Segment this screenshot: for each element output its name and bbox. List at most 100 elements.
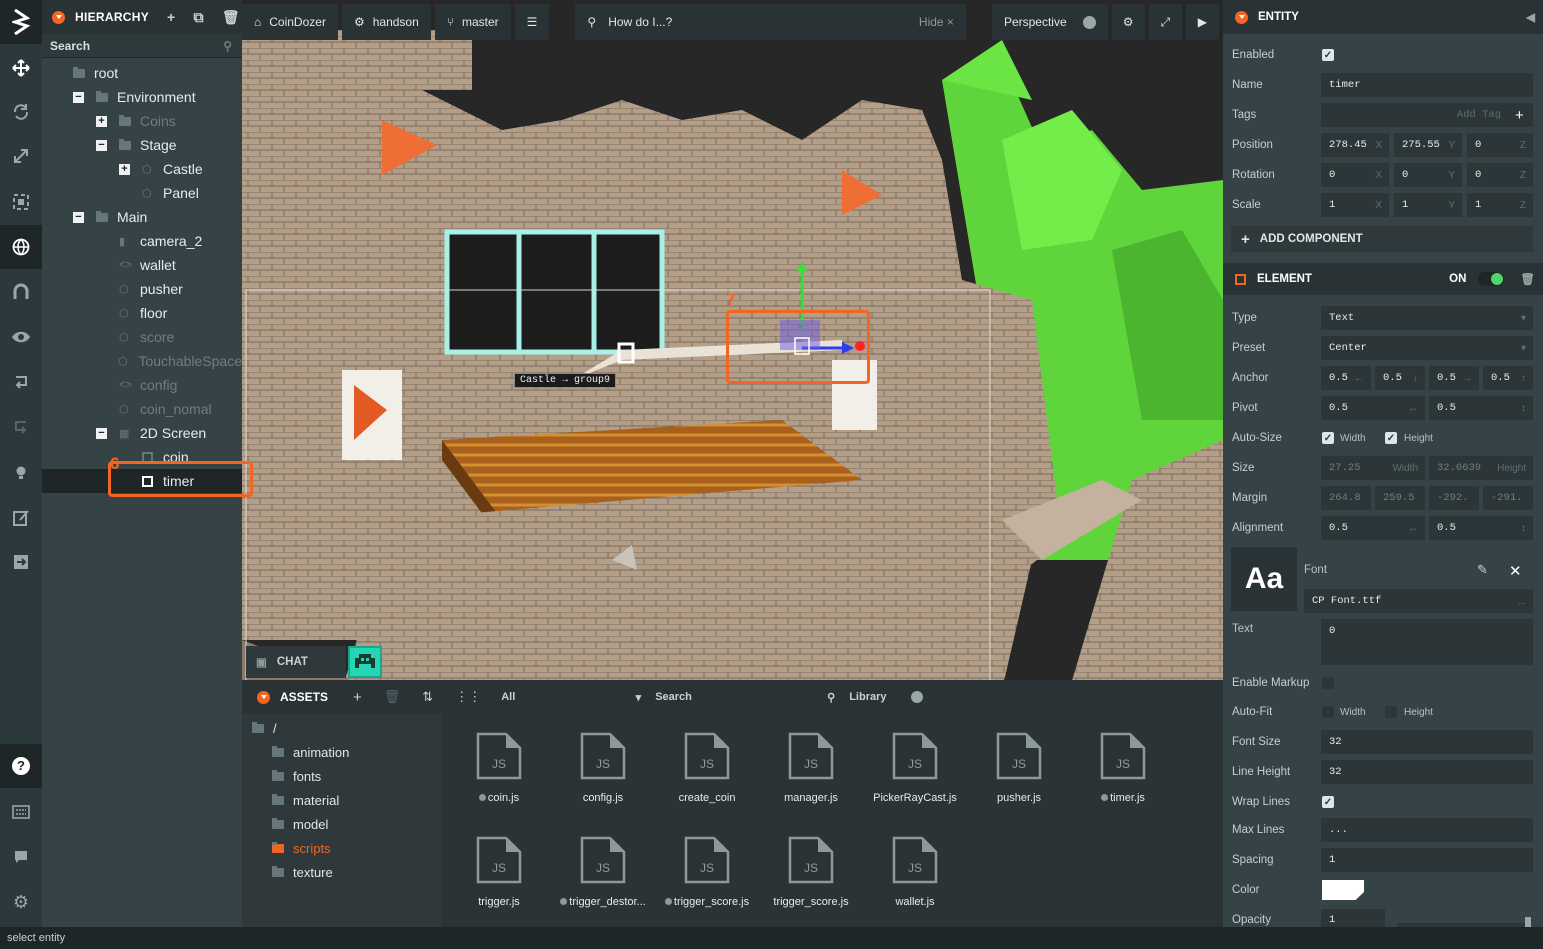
collapse-icon[interactable]: −	[73, 211, 84, 223]
folder-fonts[interactable]: fonts	[272, 764, 321, 788]
folder-animation[interactable]: animation	[272, 740, 349, 764]
margin-0-input[interactable]: 264.8	[1321, 486, 1371, 510]
eye-icon[interactable]	[0, 315, 42, 359]
chat-tab[interactable]: ▣ CHAT	[246, 646, 346, 678]
autofit-height-checkbox[interactable]	[1385, 706, 1397, 718]
tree-item-main[interactable]: − Main	[42, 205, 242, 229]
lineheight-input[interactable]: 32	[1321, 760, 1533, 784]
collapse-icon[interactable]: −	[73, 91, 84, 103]
tree-item-coin-nomal[interactable]: ⬡ coin_nomal	[42, 397, 242, 421]
autofit-width-checkbox[interactable]	[1322, 706, 1334, 718]
edit-icon[interactable]	[0, 496, 42, 540]
help-search-input[interactable]: How do I...?	[608, 15, 672, 29]
add-entity-icon[interactable]: +	[167, 9, 175, 25]
position-x-input[interactable]: 278.45 X	[1321, 133, 1389, 157]
margin-1-input[interactable]: 259.5	[1375, 486, 1425, 510]
anchor-3-input[interactable]: 0.5 ↑	[1483, 366, 1533, 390]
settings-icon[interactable]: ⚙	[0, 880, 42, 924]
tree-item-stage[interactable]: − Stage	[42, 133, 242, 157]
expand-icon[interactable]: +	[119, 163, 130, 175]
maxlines-input[interactable]: ...	[1321, 818, 1533, 842]
collapse-icon[interactable]	[1235, 10, 1248, 24]
collapse-icon[interactable]: −	[96, 427, 107, 439]
rotation-y-input[interactable]: 0Y	[1394, 163, 1462, 187]
logo-icon[interactable]	[0, 0, 42, 44]
add-asset-icon[interactable]: +	[353, 689, 362, 706]
tree-item-root[interactable]: root	[42, 61, 242, 85]
collapse-icon[interactable]	[52, 10, 65, 24]
asset-file[interactable]: JS wallet.js	[863, 836, 967, 908]
pivot-x-input[interactable]: 0.5 ↔	[1321, 396, 1425, 420]
spacing-input[interactable]: 1	[1321, 848, 1533, 872]
add-tag-icon[interactable]: +	[1515, 107, 1524, 124]
scene-viewport[interactable]: Castle → group9 7 ▣ CHAT	[242, 0, 1223, 714]
tree-item-coins[interactable]: + Coins	[42, 109, 242, 133]
delete-icon[interactable]: 🗑︎	[222, 9, 240, 26]
collapse-panel-icon[interactable]: ◀	[1526, 10, 1535, 24]
enabled-checkbox[interactable]: ✓	[1322, 49, 1334, 61]
asset-search-input[interactable]: Search ⚲	[655, 680, 835, 714]
resize-icon[interactable]	[0, 180, 42, 224]
anchor-2-input[interactable]: 0.5 →	[1429, 366, 1479, 390]
viewport-settings-icon[interactable]: ⚙	[1111, 4, 1145, 40]
tree-item-wallet[interactable]: <> wallet	[42, 253, 242, 277]
anchor-0-input[interactable]: 0.5 ←	[1321, 366, 1371, 390]
margin-3-input[interactable]: -291.	[1483, 486, 1533, 510]
delete-asset-icon[interactable]: 🗑︎	[384, 689, 401, 705]
color-swatch[interactable]	[1322, 880, 1364, 900]
tree-item-config[interactable]: <> config	[42, 373, 242, 397]
rotation-x-input[interactable]: 0X	[1321, 163, 1389, 187]
position-z-input[interactable]: 0Z	[1467, 133, 1533, 157]
rotate-icon[interactable]	[0, 90, 42, 134]
position-y-input[interactable]: 275.55 Y	[1394, 133, 1462, 157]
scale-y-input[interactable]: 1Y	[1394, 193, 1462, 217]
library-button[interactable]: Library	[849, 691, 923, 703]
tree-item-camera-2[interactable]: ▮ camera_2	[42, 229, 242, 253]
tree-item-touchablespace[interactable]: ⬡ TouchableSpace	[42, 349, 242, 373]
help-search[interactable]: ⚲ How do I...? Hide ×	[575, 4, 966, 40]
name-input[interactable]: timer	[1321, 73, 1533, 97]
preset-select[interactable]: Center ▾	[1321, 336, 1533, 360]
asset-file[interactable]: JS PickerRayCast.js	[863, 732, 967, 804]
undo-icon[interactable]	[0, 360, 42, 404]
tree-item-pusher[interactable]: ⬡ pusher	[42, 277, 242, 301]
folder-texture[interactable]: texture	[272, 860, 333, 884]
project-button[interactable]: ⌂ CoinDozer	[242, 4, 338, 40]
anchor-1-input[interactable]: 0.5 ↓	[1375, 366, 1425, 390]
add-component-button[interactable]: + ADD COMPONENT	[1231, 226, 1533, 252]
grid-view-icon[interactable]: ⋮⋮	[455, 689, 481, 705]
element-toggle[interactable]	[1478, 272, 1505, 286]
user-button[interactable]: ⚙ handson	[341, 4, 431, 40]
tree-item-castle[interactable]: + ⬡ Castle	[42, 157, 242, 181]
globe-icon[interactable]	[0, 225, 42, 269]
wrap-checkbox[interactable]: ✓	[1322, 796, 1334, 808]
folder-scripts[interactable]: scripts	[272, 836, 331, 860]
rotation-z-input[interactable]: 0Z	[1467, 163, 1533, 187]
tree-item-panel[interactable]: ⬡ Panel	[42, 181, 242, 205]
light-icon[interactable]	[0, 450, 42, 494]
move-icon[interactable]	[0, 46, 42, 90]
autosize-width-checkbox[interactable]: ✓	[1322, 432, 1334, 444]
fullscreen-icon[interactable]: ⤢	[1148, 4, 1182, 40]
tags-input[interactable]: Add Tag	[1321, 103, 1533, 127]
alignment-y-input[interactable]: 0.5 ↕	[1429, 516, 1533, 540]
help-icon[interactable]: ?	[0, 744, 42, 788]
upload-icon[interactable]: ⇅	[422, 689, 433, 705]
hierarchy-search[interactable]: Search ⚲	[42, 34, 242, 58]
tree-item-environment[interactable]: − Environment	[42, 85, 242, 109]
asset-file[interactable]: JS pusher.js	[967, 732, 1071, 804]
hierarchy-search-input[interactable]: Search	[50, 39, 90, 53]
expand-icon[interactable]: +	[96, 115, 107, 127]
fontsize-input[interactable]: 32	[1321, 730, 1533, 754]
text-input[interactable]: 0	[1321, 619, 1533, 665]
size-width-input[interactable]: 27.25 Width	[1321, 456, 1425, 480]
asset-file[interactable]: JS trigger.js	[447, 836, 551, 908]
asset-file[interactable]: JS create_coin	[655, 732, 759, 804]
collapse-icon[interactable]: −	[96, 139, 107, 151]
play-icon[interactable]: ▶	[1185, 4, 1219, 40]
collapse-icon[interactable]	[257, 690, 270, 704]
edit-font-icon[interactable]: ✎	[1477, 562, 1488, 578]
chat-icon[interactable]	[0, 835, 42, 879]
margin-2-input[interactable]: -292.	[1429, 486, 1479, 510]
font-asset-field[interactable]: CP Font.ttf...	[1304, 589, 1533, 613]
